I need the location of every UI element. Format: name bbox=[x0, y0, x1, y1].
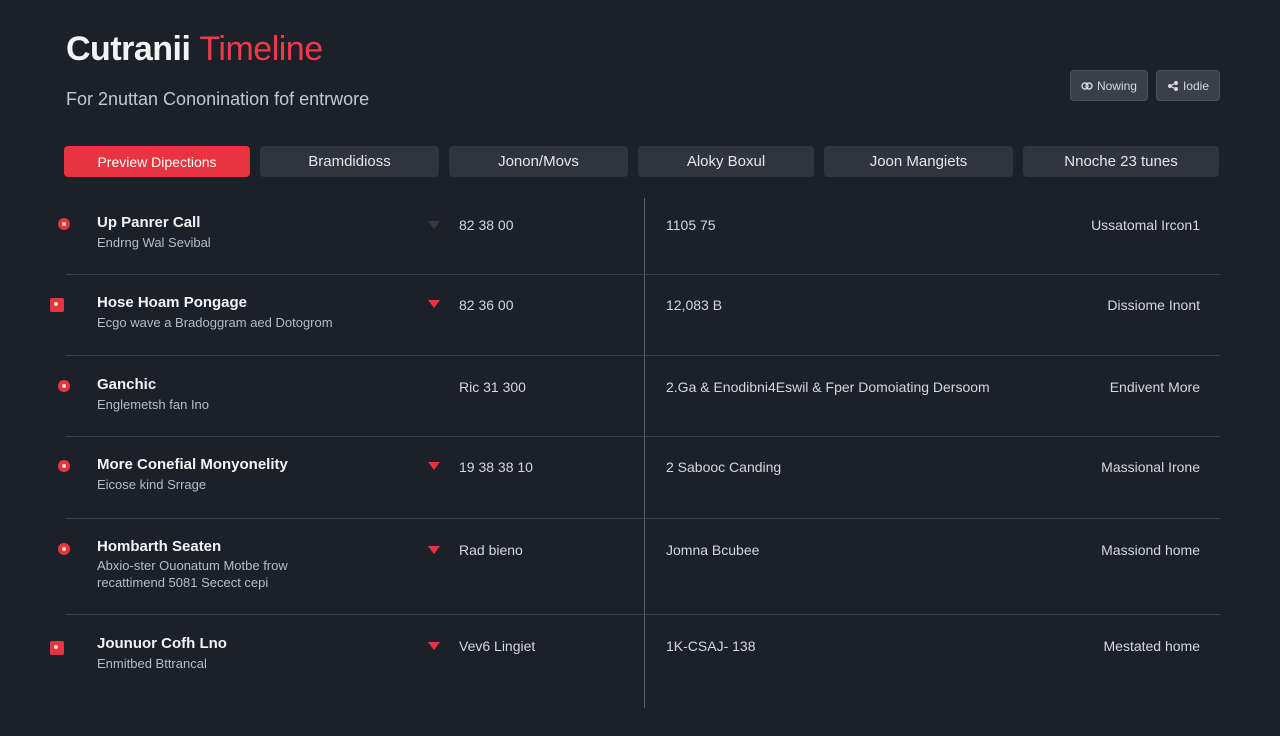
tab-bar: Preview Dipections Bramdidioss Jonon/Mov… bbox=[64, 146, 1219, 177]
item-col-a: Rad bieno bbox=[459, 542, 523, 558]
status-dot-icon bbox=[58, 380, 70, 392]
item-col-a: Ric 31 300 bbox=[459, 379, 526, 395]
caret-down-icon[interactable] bbox=[428, 300, 440, 308]
item-desc: Eicose kind Srrage bbox=[97, 477, 207, 492]
item-col-a: Vev6 Lingiet bbox=[459, 638, 536, 654]
nowing-button-label: Nowing bbox=[1096, 78, 1137, 93]
link-icon bbox=[1081, 81, 1093, 90]
status-square-icon bbox=[50, 298, 64, 312]
page-header: Cutranii Timeline For 2nuttan Cononinati… bbox=[66, 30, 369, 110]
tab-preview-dipections[interactable]: Preview Dipections bbox=[64, 146, 250, 177]
page-title-accent: Timeline bbox=[199, 30, 323, 68]
status-square-icon bbox=[50, 641, 64, 655]
item-title: More Conefial Monyonelity bbox=[97, 456, 288, 473]
row-divider bbox=[66, 274, 1220, 275]
row-divider bbox=[66, 436, 1220, 437]
page-subtitle: For 2nuttan Cononination fof entrwore bbox=[66, 89, 370, 109]
iodie-button-label: Iodie bbox=[1182, 78, 1209, 93]
row-divider bbox=[66, 355, 1220, 356]
item-col-c: Endivent More bbox=[1109, 379, 1200, 395]
item-desc: Abxio-ster Ouonatum Motbe frow bbox=[97, 558, 288, 573]
item-col-b: 12,083 B bbox=[666, 297, 723, 313]
item-title: Hose Hoam Pongage bbox=[97, 294, 248, 311]
item-desc: Endrng Wal Sevibal bbox=[97, 235, 211, 250]
top-actions: Nowing Iodie bbox=[1069, 70, 1220, 101]
item-col-b: 2.Ga & Enodibni4Eswil & Fper Domoiating … bbox=[666, 379, 990, 395]
status-dot-icon bbox=[58, 460, 70, 472]
item-col-b: Jomna Bcubee bbox=[666, 542, 760, 558]
status-dot-icon bbox=[58, 218, 70, 230]
row-divider bbox=[66, 614, 1220, 615]
tab-nnoche-tunes[interactable]: Nnoche 23 tunes bbox=[1023, 146, 1219, 177]
item-desc: Ecgo wave a Bradoggram aed Dotogrom bbox=[97, 315, 333, 330]
caret-down-icon[interactable] bbox=[428, 462, 440, 470]
caret-down-icon[interactable] bbox=[428, 546, 440, 554]
item-col-c: Massiond home bbox=[1101, 542, 1200, 558]
status-dot-icon bbox=[58, 543, 70, 555]
tab-jonon-movs[interactable]: Jonon/Movs bbox=[449, 146, 628, 177]
page-title-main: Cutranii bbox=[66, 30, 200, 68]
item-title: Ganchic bbox=[97, 376, 157, 393]
item-col-c: Massional Irone bbox=[1101, 459, 1200, 475]
item-desc: Englemetsh fan Ino bbox=[97, 397, 210, 412]
item-col-a: 19 38 38 10 bbox=[459, 459, 533, 475]
item-col-b: 2 Sabooc Canding bbox=[666, 459, 782, 475]
share-icon bbox=[1167, 80, 1178, 91]
item-col-a: 82 36 00 bbox=[459, 297, 514, 313]
item-col-b: 1105 75 bbox=[666, 217, 716, 233]
item-desc: recattimend 5081 Secect cepi bbox=[97, 575, 269, 590]
caret-down-icon[interactable] bbox=[428, 221, 440, 229]
item-col-c: Dissiome Inont bbox=[1107, 297, 1200, 313]
page-title: Cutranii Timeline bbox=[66, 30, 369, 69]
tab-joon-mangiets[interactable]: Joon Mangiets bbox=[824, 146, 1013, 177]
item-title: Up Panrer Call bbox=[97, 214, 201, 231]
iodie-button[interactable]: Iodie bbox=[1155, 70, 1220, 101]
nowing-button[interactable]: Nowing bbox=[1069, 70, 1148, 101]
row-divider bbox=[66, 518, 1220, 519]
item-desc: Enmitbed Bttrancal bbox=[97, 656, 207, 671]
tab-aloky-boxul[interactable]: Aloky Boxul bbox=[638, 146, 814, 177]
item-col-b: 1K-CSAJ- 138 bbox=[666, 638, 756, 654]
caret-down-icon[interactable] bbox=[428, 642, 440, 650]
item-title: Hombarth Seaten bbox=[97, 538, 222, 555]
item-col-c: Ussatomal Ircon1 bbox=[1091, 217, 1200, 233]
tab-bramdidioss[interactable]: Bramdidioss bbox=[260, 146, 439, 177]
item-title: Jounuor Cofh Lno bbox=[97, 635, 227, 652]
item-col-c: Mestated home bbox=[1103, 638, 1201, 654]
item-col-a: 82 38 00 bbox=[459, 217, 514, 233]
